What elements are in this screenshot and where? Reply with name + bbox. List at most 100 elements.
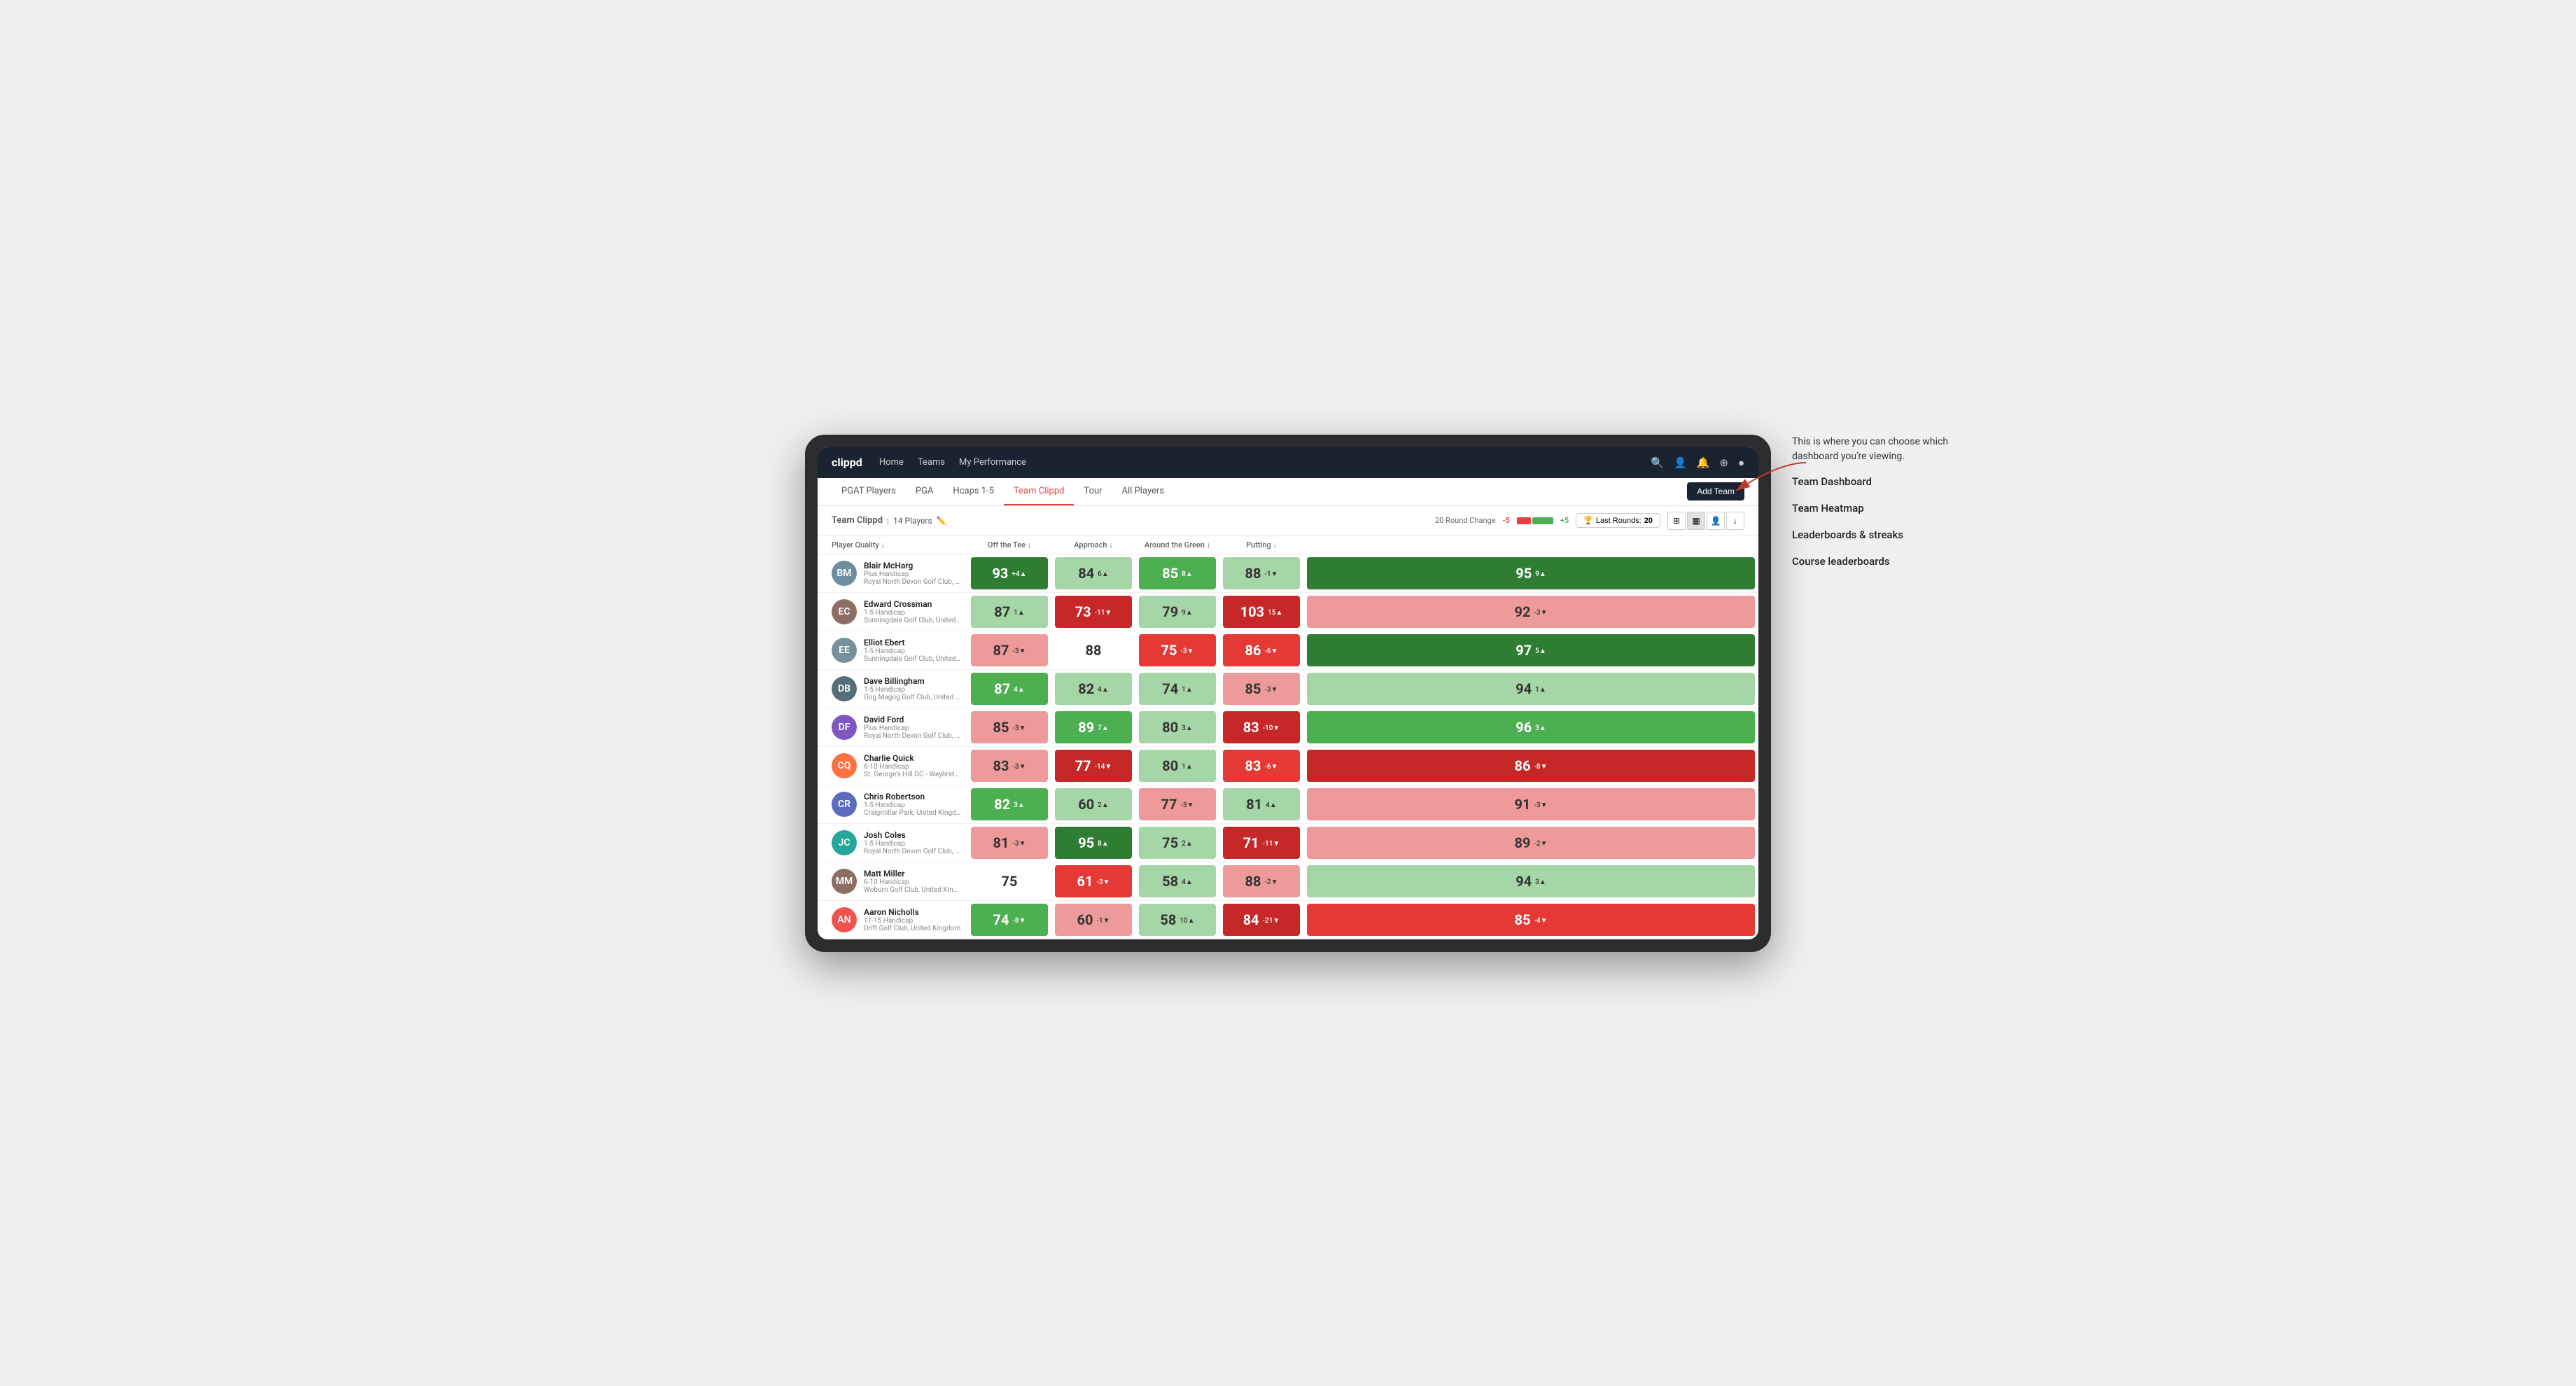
score-value: 85 — [1162, 565, 1178, 582]
col-header-player[interactable]: Player Quality ↓ — [818, 536, 967, 554]
subnav-tour[interactable]: Tour — [1074, 477, 1112, 505]
score-cell-9-4: 85-4▼ — [1303, 900, 1758, 939]
score-value: 83 — [1245, 757, 1261, 774]
table-row[interactable]: ANAaron Nicholls11-15 HandicapDrift Golf… — [818, 900, 1758, 939]
score-cell-7-1: 958▲ — [1051, 823, 1135, 862]
pos-bar — [1532, 517, 1553, 524]
score-value: 80 — [1162, 719, 1178, 736]
player-club: Woburn Golf Club, United Kingdom — [864, 886, 962, 894]
score-cell-0-4: 959▲ — [1303, 554, 1758, 592]
score-value: 87 — [994, 680, 1010, 697]
subnav-hcaps[interactable]: Hcaps 1-5 — [943, 477, 1004, 505]
annotation-item-3: Course leaderboards — [1792, 555, 1988, 568]
subnav-all-players[interactable]: All Players — [1112, 477, 1174, 505]
score-value: 94 — [1516, 873, 1532, 890]
subnav-team-clippd[interactable]: Team Clippd — [1004, 477, 1074, 505]
nav-my-performance[interactable]: My Performance — [959, 457, 1026, 468]
nav-links: Home Teams My Performance — [879, 457, 1651, 468]
score-value: 86 — [1245, 642, 1261, 659]
table-header-row: Player Quality ↓ Off the Tee ↓ Approach … — [818, 536, 1758, 554]
person-view-button[interactable]: 👤 — [1707, 512, 1725, 530]
score-cell-6-0: 823▲ — [967, 785, 1051, 823]
player-cell-5[interactable]: CQCharlie Quick6-10 HandicapSt. George's… — [818, 746, 967, 785]
player-cell-9[interactable]: ANAaron Nicholls11-15 HandicapDrift Golf… — [818, 900, 967, 939]
nav-teams[interactable]: Teams — [918, 457, 945, 468]
table-view-button[interactable]: ▦ — [1687, 512, 1705, 530]
score-delta: +4▲ — [1011, 570, 1026, 578]
score-cell-4-0: 85-3▼ — [967, 708, 1051, 746]
table-row[interactable]: DFDavid FordPlus HandicapRoyal North Dev… — [818, 708, 1758, 746]
player-cell-2[interactable]: EEElliot Ebert1-5 HandicapSunningdale Go… — [818, 631, 967, 669]
brand-logo[interactable]: clippd — [832, 456, 862, 469]
col-header-off-tee[interactable]: Off the Tee ↓ — [967, 536, 1051, 554]
player-cell-7[interactable]: JCJosh Coles1-5 HandicapRoyal North Devo… — [818, 823, 967, 862]
score-value: 79 — [1162, 603, 1178, 620]
table-row[interactable]: JCJosh Coles1-5 HandicapRoyal North Devo… — [818, 823, 1758, 862]
score-delta: -3▼ — [1012, 724, 1026, 732]
player-handicap: 1-5 Handicap — [864, 840, 962, 848]
score-delta: -1▼ — [1096, 917, 1110, 925]
player-handicap: Plus Handicap — [864, 724, 962, 732]
table-row[interactable]: BMBlair McHargPlus HandicapRoyal North D… — [818, 554, 1758, 592]
nav-home[interactable]: Home — [879, 457, 904, 468]
player-cell-3[interactable]: DBDave Billingham1-5 HandicapGog Magog G… — [818, 669, 967, 708]
score-delta: 9▲ — [1535, 570, 1546, 578]
score-value: 77 — [1161, 796, 1177, 813]
col-header-putting[interactable]: Putting ↓ — [1219, 536, 1303, 554]
score-cell-9-1: 60-1▼ — [1051, 900, 1135, 939]
score-cell-1-0: 871▲ — [967, 592, 1051, 631]
score-value: 89 — [1078, 719, 1094, 736]
score-value: 88 — [1245, 873, 1261, 890]
score-delta: -6▼ — [1264, 763, 1278, 771]
download-view-button[interactable]: ↓ — [1726, 512, 1744, 530]
score-cell-4-4: 963▲ — [1303, 708, 1758, 746]
player-avatar: MM — [832, 869, 857, 894]
score-cell-0-1: 846▲ — [1051, 554, 1135, 592]
table-row[interactable]: ECEdward Crossman1-5 HandicapSunningdale… — [818, 592, 1758, 631]
score-cell-3-3: 85-3▼ — [1219, 669, 1303, 708]
player-name: David Ford — [864, 715, 962, 724]
brand-text: clippd — [832, 456, 862, 469]
player-cell-4[interactable]: DFDavid FordPlus HandicapRoyal North Dev… — [818, 708, 967, 746]
subnav-pgat[interactable]: PGAT Players — [832, 477, 906, 505]
col-header-around-green[interactable]: Around the Green ↓ — [1135, 536, 1219, 554]
score-value: 81 — [1246, 796, 1262, 813]
search-icon[interactable]: 🔍 — [1651, 456, 1664, 469]
table-row[interactable]: CQCharlie Quick6-10 HandicapSt. George's… — [818, 746, 1758, 785]
user-icon[interactable]: 👤 — [1674, 456, 1687, 469]
subnav-pga[interactable]: PGA — [906, 477, 944, 505]
player-cell-6[interactable]: CRChris Robertson1-5 HandicapCraigmillar… — [818, 785, 967, 823]
score-delta: 3▲ — [1182, 724, 1193, 732]
last-rounds-button[interactable]: 🏆 Last Rounds: 20 — [1576, 513, 1660, 528]
score-value: 91 — [1515, 796, 1531, 813]
table-row[interactable]: CRChris Robertson1-5 HandicapCraigmillar… — [818, 785, 1758, 823]
table-row[interactable]: DBDave Billingham1-5 HandicapGog Magog G… — [818, 669, 1758, 708]
score-delta: 5▲ — [1535, 648, 1546, 655]
score-value: 85 — [993, 719, 1009, 736]
player-avatar: EE — [832, 638, 857, 663]
score-delta: -3▼ — [1012, 840, 1026, 848]
col-header-approach[interactable]: Approach ↓ — [1051, 536, 1135, 554]
annotation-item-2: Leaderboards & streaks — [1792, 528, 1988, 541]
score-delta: 15▲ — [1268, 609, 1282, 617]
player-cell-1[interactable]: ECEdward Crossman1-5 HandicapSunningdale… — [818, 592, 967, 631]
player-club: Sunningdale Golf Club, United Kingdom — [864, 655, 962, 663]
last-rounds-label: Last Rounds: — [1596, 517, 1642, 525]
plus-circle-icon[interactable]: ⊕ — [1719, 456, 1728, 469]
score-delta: -4▼ — [1534, 917, 1547, 925]
player-cell-0[interactable]: BMBlair McHargPlus HandicapRoyal North D… — [818, 554, 967, 592]
score-cell-2-0: 87-3▼ — [967, 631, 1051, 669]
score-cell-5-4: 86-8▼ — [1303, 746, 1758, 785]
score-delta: 8▲ — [1098, 840, 1109, 848]
table-row[interactable]: EEElliot Ebert1-5 HandicapSunningdale Go… — [818, 631, 1758, 669]
bell-icon[interactable]: 🔔 — [1697, 456, 1710, 469]
edit-icon[interactable]: ✏️ — [937, 516, 947, 526]
player-handicap: 11-15 Handicap — [864, 917, 960, 925]
player-avatar: DB — [832, 676, 857, 701]
player-handicap: 6-10 Handicap — [864, 763, 962, 771]
table-row[interactable]: MMMatt Miller6-10 HandicapWoburn Golf Cl… — [818, 862, 1758, 900]
score-cell-3-0: 874▲ — [967, 669, 1051, 708]
grid-view-button[interactable]: ⊞ — [1667, 512, 1686, 530]
score-cell-2-3: 86-6▼ — [1219, 631, 1303, 669]
player-cell-8[interactable]: MMMatt Miller6-10 HandicapWoburn Golf Cl… — [818, 862, 967, 900]
